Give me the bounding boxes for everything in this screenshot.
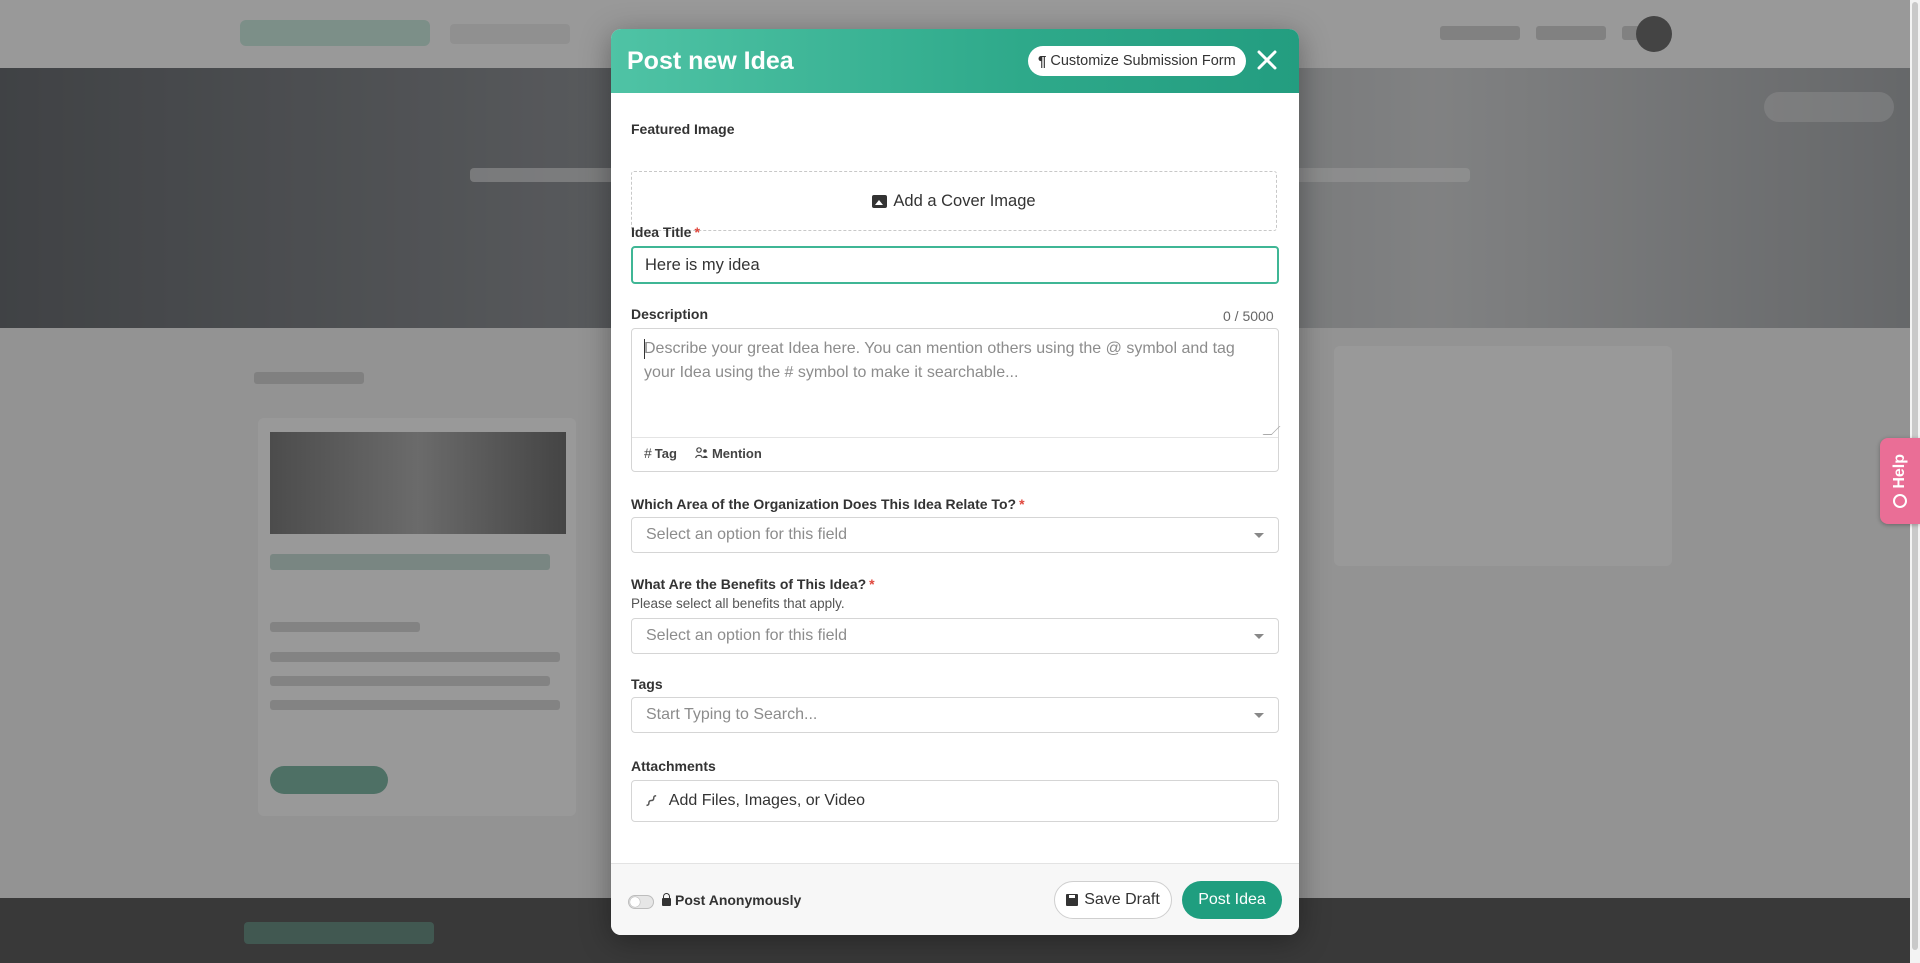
benefits-select[interactable]: Select an option for this field (631, 618, 1279, 654)
mention-label: Mention (711, 445, 762, 461)
benefits-label-text: What Are the Benefits of This Idea? (631, 576, 867, 592)
image-icon (872, 194, 888, 208)
post-anonymously-label: Post Anonymously (662, 892, 801, 908)
post-idea-button[interactable]: Post Idea (1182, 881, 1282, 919)
close-icon (1257, 50, 1277, 70)
attachments-dropzone[interactable]: ⌇ Add Files, Images, or Video (631, 780, 1279, 822)
idea-title-label: Idea Title * (631, 224, 700, 240)
post-anonymously-toggle[interactable] (628, 895, 654, 909)
idea-title-input[interactable]: Here is my idea (631, 246, 1279, 284)
tag-label: Tag (654, 445, 677, 461)
required-mark: * (1019, 496, 1025, 512)
modal-title: Post new Idea (627, 47, 794, 75)
attachments-placeholder: Add Files, Images, or Video (668, 792, 866, 809)
area-label-text: Which Area of the Organization Does This… (631, 496, 1017, 512)
paragraph-icon: ¶ (1038, 52, 1047, 70)
idea-title-label-text: Idea Title (631, 224, 692, 240)
description-label: Description (631, 306, 709, 322)
area-placeholder: Select an option for this field (646, 526, 848, 543)
chevron-down-icon (1254, 634, 1264, 639)
people-icon (695, 447, 708, 459)
customize-submission-form-button[interactable]: ¶ Customize Submission Form (1028, 46, 1246, 76)
attachments-label: Attachments (631, 758, 716, 774)
add-cover-image-button[interactable]: Add a Cover Image (631, 171, 1277, 231)
help-tab-label: Help (1891, 453, 1908, 489)
benefits-placeholder: Select an option for this field (646, 627, 848, 644)
hash-icon: # (644, 445, 652, 461)
resize-handle[interactable] (1262, 426, 1281, 435)
tags-select[interactable]: Start Typing to Search... (631, 697, 1279, 733)
description-editor: Describe your great Idea here. You can m… (631, 328, 1281, 472)
description-textarea[interactable]: Describe your great Idea here. You can m… (632, 329, 1281, 438)
idea-title-value: Here is my idea (645, 255, 760, 274)
cover-image-label: Add a Cover Image (893, 191, 1036, 210)
save-draft-label: Save Draft (1084, 891, 1160, 908)
toggle-knob (630, 897, 640, 907)
tag-button[interactable]: # Tag (644, 445, 677, 461)
tags-label: Tags (631, 676, 663, 692)
chevron-down-icon (1254, 533, 1264, 538)
featured-image-label: Featured Image (631, 121, 735, 137)
paperclip-icon: ⌇ (640, 790, 661, 811)
benefits-help-text: Please select all benefits that apply. (631, 596, 845, 611)
description-char-count: 0 / 5000 (1223, 308, 1274, 324)
modal-body: Featured Image Add a Cover Image Idea Ti… (611, 93, 1299, 871)
modal-header: Post new Idea ¶ Customize Submission For… (611, 29, 1299, 93)
mention-button[interactable]: Mention (695, 445, 762, 461)
post-anonymously-text: Post Anonymously (675, 892, 802, 908)
post-idea-modal: Post new Idea ¶ Customize Submission For… (611, 29, 1299, 935)
required-mark: * (869, 576, 875, 592)
floppy-disk-icon (1066, 894, 1079, 906)
area-label: Which Area of the Organization Does This… (631, 496, 1025, 512)
customize-label: Customize Submission Form (1050, 53, 1236, 69)
save-draft-button[interactable]: Save Draft (1054, 881, 1172, 919)
lifebuoy-icon (1893, 494, 1907, 509)
required-mark: * (694, 224, 700, 240)
description-toolbar: # Tag Mention (644, 445, 762, 461)
description-placeholder: Describe your great Idea here. You can m… (644, 340, 1235, 381)
chevron-down-icon (1254, 713, 1264, 718)
close-button[interactable] (1252, 45, 1282, 75)
area-select[interactable]: Select an option for this field (631, 517, 1279, 553)
modal-footer: Post Anonymously Save Draft Post Idea (611, 863, 1299, 935)
help-tab[interactable]: Help (1880, 438, 1920, 524)
benefits-label: What Are the Benefits of This Idea? * (631, 576, 875, 592)
tags-placeholder: Start Typing to Search... (646, 706, 818, 723)
lock-icon (662, 892, 671, 906)
